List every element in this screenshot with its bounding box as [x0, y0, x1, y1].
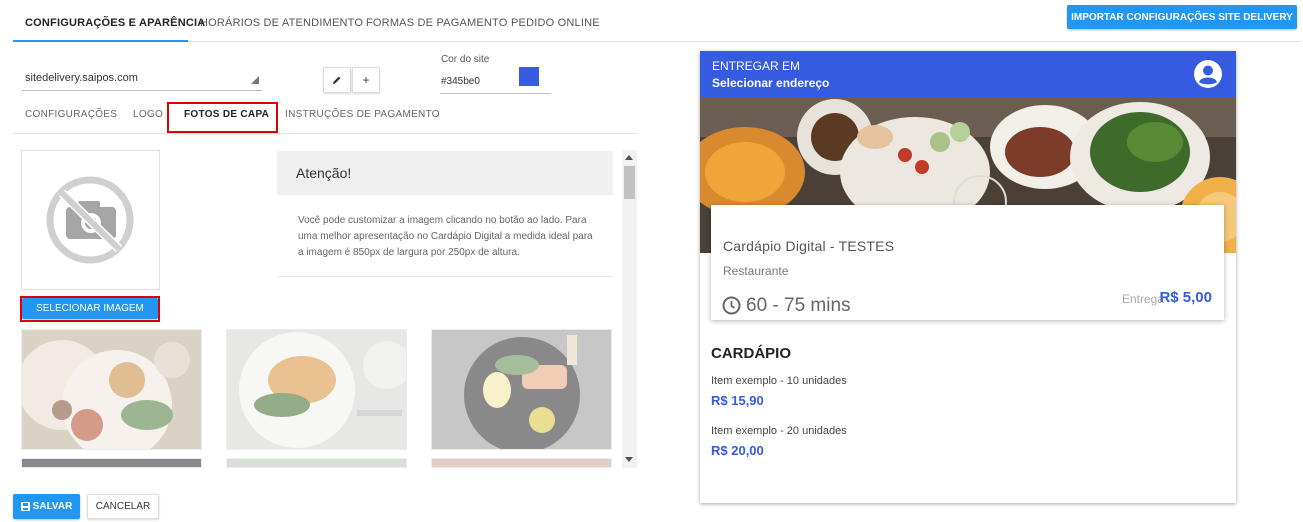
delivery-time: 60 - 75 mins: [746, 295, 851, 316]
cover-thumbnail[interactable]: [431, 458, 612, 468]
subtab-divider: [13, 133, 638, 134]
user-icon[interactable]: [1194, 60, 1222, 88]
notice-card: Atenção! Você pode customizar a imagem c…: [277, 151, 613, 277]
cover-thumbnail[interactable]: [431, 329, 612, 450]
select-image-highlight-box: [20, 296, 160, 322]
site-select[interactable]: sitedelivery.saipos.com: [22, 66, 262, 91]
select-address-link[interactable]: Selecionar endereço: [712, 76, 829, 90]
edit-site-button[interactable]: [323, 67, 351, 93]
site-select-value: sitedelivery.saipos.com: [25, 72, 138, 84]
cover-thumbnail[interactable]: [21, 458, 202, 468]
subtab-instrucoes-pagamento[interactable]: INSTRUÇÕES DE PAGAMENTO: [285, 109, 440, 120]
site-color-swatch[interactable]: [519, 67, 539, 86]
subtab-configuracoes[interactable]: CONFIGURAÇÕES: [25, 109, 117, 120]
tab-pedido-online[interactable]: PEDIDO ONLINE: [511, 17, 600, 29]
tab-divider: [13, 41, 1301, 42]
store-type: Restaurante: [723, 264, 789, 278]
store-name: Cardápio Digital - TESTES: [723, 238, 895, 254]
food-photo-2: [227, 330, 406, 449]
food-photo-1: [22, 330, 201, 449]
food-photo-3: [432, 330, 611, 449]
deliver-to-label: ENTREGAR EM: [712, 59, 801, 73]
menu-item-name[interactable]: Item exemplo - 20 unidades: [711, 425, 847, 437]
plus-icon: +: [362, 73, 370, 87]
menu-item-price: R$ 20,00: [711, 443, 764, 458]
clock-icon: [722, 296, 741, 315]
pencil-icon: [333, 76, 341, 84]
cover-thumbnail[interactable]: [226, 458, 407, 468]
site-preview: ENTREGAR EM Selecionar endereço Cardápio…: [700, 51, 1236, 503]
add-site-button[interactable]: +: [352, 67, 380, 93]
notice-body: Você pode customizar a imagem clicando n…: [298, 215, 593, 258]
no-camera-icon: [46, 176, 134, 264]
dropdown-caret-icon: [251, 76, 259, 84]
scroll-down-icon[interactable]: [625, 457, 633, 462]
site-color-value: #345be0: [441, 76, 480, 87]
cover-image-placeholder: [21, 150, 160, 290]
menu-item-price: R$ 15,90: [711, 393, 764, 408]
floppy-icon: [20, 502, 30, 511]
menu-title: CARDÁPIO: [711, 345, 792, 362]
preview-header: ENTREGAR EM Selecionar endereço: [700, 51, 1236, 97]
store-info-card: Cardápio Digital - TESTES Restaurante 60…: [711, 205, 1224, 320]
active-tab-indicator: [13, 40, 188, 42]
delivery-fee: R$ 5,00: [1159, 289, 1212, 306]
import-settings-button[interactable]: IMPORTAR CONFIGURAÇÕES SITE DELIVERY: [1067, 5, 1297, 29]
scroll-up-icon[interactable]: [625, 155, 633, 160]
tab-configuracoes-aparencia[interactable]: CONFIGURAÇÕES E APARÊNCIA: [25, 17, 205, 29]
scroll-thumb[interactable]: [624, 166, 635, 199]
tab-formas-pagamento[interactable]: FORMAS DE PAGAMENTO: [366, 17, 508, 29]
tab-horarios-atendimento[interactable]: HORÁRIOS DE ATENDIMENTO: [200, 17, 363, 29]
cancel-button[interactable]: CANCELAR: [87, 494, 159, 519]
save-button[interactable]: SALVAR: [13, 494, 80, 519]
gallery-scrollbar[interactable]: [622, 150, 637, 468]
subtab-highlight-box: [167, 102, 278, 133]
save-label: SALVAR: [32, 501, 73, 512]
menu-item-name[interactable]: Item exemplo - 10 unidades: [711, 375, 847, 387]
delivery-fee-label: Entrega: [1121, 292, 1164, 306]
cover-thumbnail[interactable]: [21, 329, 202, 450]
site-color-label: Cor do site: [441, 54, 490, 65]
subtab-logo[interactable]: LOGO: [133, 109, 163, 120]
notice-title: Atenção!: [277, 151, 613, 195]
cover-thumbnail[interactable]: [226, 329, 407, 450]
